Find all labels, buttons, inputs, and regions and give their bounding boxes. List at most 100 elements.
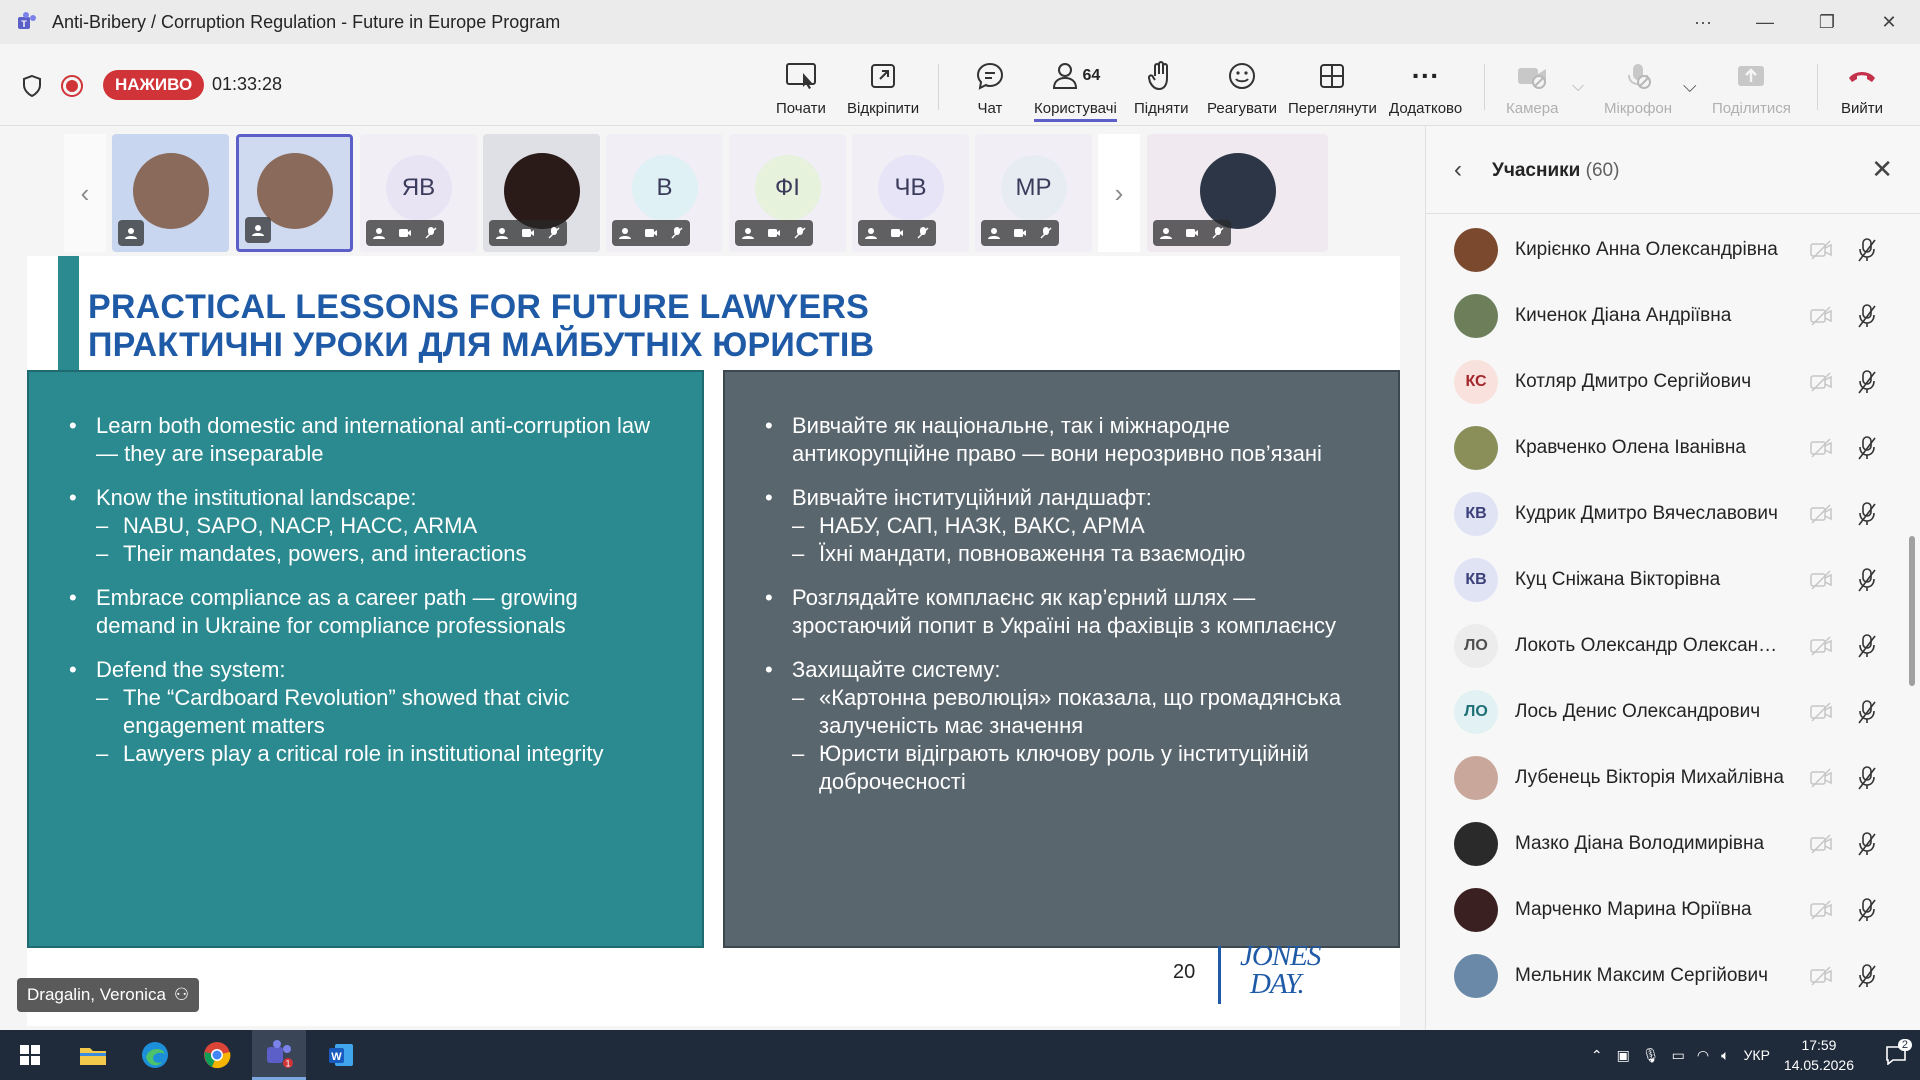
sub-bullet-item: Lawyers play a critical role in institut… [96,740,662,768]
mic-button[interactable]: Мікрофон [1604,58,1672,117]
volume-icon[interactable]: 🔈︎ [1721,1047,1729,1064]
mic-options-chevron-icon[interactable]: ⌵ [1683,76,1697,97]
recording-icon [61,75,83,97]
close-window-button[interactable]: ✕ [1858,0,1920,44]
camera-off-icon [522,229,534,237]
chat-button[interactable]: Чат [975,58,1005,117]
participant-video-tile[interactable]: ЯВ [360,134,477,252]
participant-row[interactable]: Марченко Марина Юріївна [1426,878,1906,944]
react-button[interactable]: Реагувати [1207,58,1277,117]
title-bar: T Anti-Bribery / Corruption Regulation -… [0,0,1920,44]
restore-button[interactable]: ❐ [1796,0,1858,44]
unpin-button[interactable]: Відкріпити [847,58,919,117]
input-language[interactable]: УКР [1744,1047,1770,1063]
participant-photo [1454,294,1498,338]
tray-app-icon[interactable]: ▣ [1617,1047,1630,1064]
people-button[interactable]: 64 Користувачі [1034,58,1117,122]
more-actions-button[interactable]: ··· Додатково [1389,58,1462,117]
tile-status-bar [245,217,271,243]
shared-slide: PRACTICAL LESSONS FOR FUTURE LAWYERS ПРА… [27,256,1400,1026]
mic-label: Мікрофон [1604,100,1673,117]
close-panel-icon[interactable]: ✕ [1871,154,1893,185]
slide-title-en: PRACTICAL LESSONS FOR FUTURE LAWYERS [88,288,870,326]
participant-photo [1454,888,1498,932]
raise-hand-button[interactable]: Підняти [1134,58,1189,117]
live-badge: НАЖИВО [103,70,205,100]
share-button[interactable]: Поділитися [1712,58,1791,117]
participant-video-tile[interactable]: В [606,134,723,252]
slide-title-uk: ПРАКТИЧНІ УРОКИ ДЛЯ МАЙБУТНІХ ЮРИСТІВ [88,326,875,364]
tile-status-bar [1153,220,1231,246]
participant-video-tile[interactable] [483,134,600,252]
word-icon[interactable]: W [314,1030,368,1080]
participant-row[interactable]: Кирієнко Анна Олександрівна [1426,218,1906,284]
participant-row[interactable]: Мазко Діана Володимирівна [1426,812,1906,878]
participant-row[interactable]: ЛО Лось Денис Олександрович [1426,680,1906,746]
participant-photo [503,153,580,229]
file-explorer-icon[interactable] [66,1030,120,1080]
participant-initials-avatar: ФІ [754,155,821,221]
tile-status-bar [858,220,936,246]
edge-browser-icon[interactable] [128,1030,182,1080]
react-label: Реагувати [1207,100,1278,117]
tray-overflow-chevron-icon[interactable]: ⌃ [1591,1047,1603,1064]
view-label: Переглянути [1288,100,1377,117]
participant-video-tile[interactable]: МР [975,134,1092,252]
participant-name: Кравченко Олена Іванівна [1515,437,1746,458]
svg-text:W: W [331,1051,342,1063]
more-label: Додатково [1389,100,1463,117]
bullet-item: Embrace compliance as a career path — gr… [69,584,662,640]
camera-button[interactable]: Камера [1506,58,1558,117]
thumbnails-next-arrow-icon[interactable]: › [1098,134,1140,252]
battery-icon[interactable]: ▭ [1672,1047,1685,1064]
view-button[interactable]: Переглянути [1288,58,1377,117]
more-options-button[interactable]: ··· [1672,0,1734,44]
start-button[interactable]: Почати [776,58,826,117]
tray-mic-icon[interactable]: 🎙︎ [1642,1047,1660,1064]
participant-name: Локоть Олександр Олександ... [1515,635,1785,656]
toolbar-divider [1484,64,1485,110]
participant-row[interactable]: Киченок Діана Андріївна [1426,284,1906,350]
meeting-stage: ‹ ЯВ В ФІ ЧВ МР › PRACTICAL LESSONS FOR FUTU… [0,126,1425,1030]
participant-video-tile[interactable] [236,134,353,252]
participant-video-tile[interactable] [112,134,229,252]
sub-bullet-item: Юристи відіграють ключову роль у інститу… [792,740,1358,796]
participant-video-tile[interactable]: ЧВ [852,134,969,252]
participant-row[interactable]: Лубенець Вікторія Михайлівна [1426,746,1906,812]
teams-taskbar-icon[interactable]: 1 [252,1030,306,1080]
hang-up-icon [1849,72,1875,82]
raise-label: Підняти [1134,100,1189,117]
participant-video-tile[interactable]: ФІ [729,134,846,252]
participants-scrollbar[interactable] [1909,536,1915,686]
camera-options-chevron-icon[interactable]: ⌵ [1572,78,1584,96]
participant-badge-icon [125,228,137,239]
minimize-button[interactable]: — [1734,0,1796,44]
start-menu-icon[interactable] [3,1030,57,1080]
participant-row[interactable]: ЛО Локоть Олександр Олександ... [1426,614,1906,680]
screen-pointer-icon [785,63,816,89]
bullet-item: Розглядайте комплаєнс як кар’єрний шлях … [765,584,1358,640]
participant-row[interactable]: Мельник Максим Сергійович [1426,944,1906,1010]
shield-icon[interactable] [20,74,44,98]
sub-bullet-item: Їхні мандати, повноваження та взаємодію [792,540,1358,568]
mic-off-icon [548,227,560,239]
participant-name: Кирієнко Анна Олександрівна [1515,239,1778,260]
camera-off-icon [1810,438,1832,458]
people-icon [1052,63,1077,89]
participant-initials-avatar: ЯВ [385,155,452,221]
participant-row[interactable]: КВ Кудрик Дмитро Вячеславович [1426,482,1906,548]
thumbnails-prev-arrow-icon[interactable]: ‹ [64,134,106,252]
participant-video-tile[interactable] [1147,134,1328,252]
notifications-icon[interactable]: 2 [1872,1030,1920,1080]
participant-row[interactable]: КС Котляр Дмитро Сергійович [1426,350,1906,416]
participant-badge-icon [1160,228,1172,239]
participant-row[interactable]: КВ Куц Сніжана Вікторівна [1426,548,1906,614]
clock[interactable]: 17:59 14.05.2026 [1784,1035,1854,1075]
leave-button[interactable]: Вийти [1841,58,1883,117]
participant-row[interactable]: Кравченко Олена Іванівна [1426,416,1906,482]
participant-photo [1454,228,1498,272]
participant-name: Лубенець Вікторія Михайлівна [1515,767,1784,788]
back-chevron-icon[interactable]: ‹ [1454,156,1462,184]
chrome-browser-icon[interactable] [190,1030,244,1080]
wifi-icon[interactable]: ◠ [1697,1047,1709,1064]
